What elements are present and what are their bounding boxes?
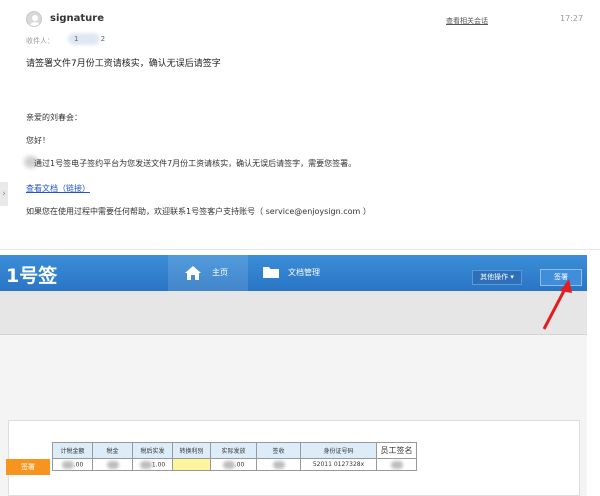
app-header: 1号签 主页 文档管理 其他操作 ▾ 签署 <box>0 255 587 291</box>
nav-home-label: 主页 <box>212 268 228 277</box>
recipient-value: 1 2 <box>74 35 116 43</box>
nav-home[interactable]: 主页 <box>168 255 248 291</box>
table-cell: .00 <box>210 458 257 471</box>
signature-column-header: 员工签名 <box>376 442 417 459</box>
sender-name: signature <box>50 13 105 24</box>
hello-text: 您好！ <box>26 136 50 145</box>
column-header: 转换利别 <box>172 442 211 459</box>
column-header: 实际发放 <box>210 442 257 459</box>
salary-table: 计税金额 税金 税后实发 转换利别 实际发放 签收 身份证号码 员工签名 .00… <box>52 442 417 471</box>
table-cell: .00 <box>52 458 93 471</box>
nav-document-management[interactable]: 文档管理 <box>258 255 348 291</box>
help-text: 如果您在使用过程中需要任何帮助，欢迎联系1号签客户支持账号（ service@e… <box>26 207 371 216</box>
app-logo[interactable]: 1号签 <box>6 261 57 288</box>
more-operations-dropdown[interactable]: 其他操作 ▾ <box>472 270 522 285</box>
column-header: 计税金额 <box>52 442 93 459</box>
email-time: 17:27 <box>560 14 584 23</box>
email-pane: › signature 查看相关会话 17:27 收件人： 1 2 请签署文件7… <box>0 0 600 250</box>
column-header: 签收 <box>256 442 301 459</box>
email-subject: 请签署文件7月份工资请核实，确认无误后请签字 <box>26 59 221 69</box>
signature-cell[interactable] <box>376 458 417 471</box>
body-text: 通过1号签电子签约平台为您发送文件7月份工资请核实，确认无误后请签字，需要您签署… <box>34 159 357 168</box>
table-cell: 1.00 <box>132 458 173 471</box>
table-cell <box>172 458 211 471</box>
greeting-text: 亲爱的刘春会： <box>26 113 82 122</box>
related-conversation-link[interactable]: 查看相关会话 <box>446 16 488 26</box>
view-document-link[interactable]: 查看文档（链接） <box>26 183 90 194</box>
table-row: .00 1.00 .00 52011 0127328x <box>52 458 417 471</box>
sign-here-tag[interactable]: 签署 <box>6 459 50 475</box>
home-icon <box>185 266 201 280</box>
pointer-arrow-icon <box>542 279 572 330</box>
table-cell <box>92 458 133 471</box>
column-header: 税后实发 <box>132 442 173 459</box>
table-header-row: 计税金额 税金 税后实发 转换利别 实际发放 签收 身份证号码 员工签名 <box>52 442 417 459</box>
nav-docs-label: 文档管理 <box>288 268 320 277</box>
folder-icon <box>263 267 279 278</box>
viewer-toolbar <box>0 291 587 335</box>
table-cell <box>256 458 301 471</box>
table-cell: 52011 0127328x <box>300 458 377 471</box>
sender-avatar <box>26 11 42 27</box>
column-header: 税金 <box>92 442 133 459</box>
recipient-label: 收件人： <box>26 37 54 45</box>
collapse-arrow-icon[interactable]: › <box>0 182 8 206</box>
column-header: 身份证号码 <box>300 442 377 459</box>
